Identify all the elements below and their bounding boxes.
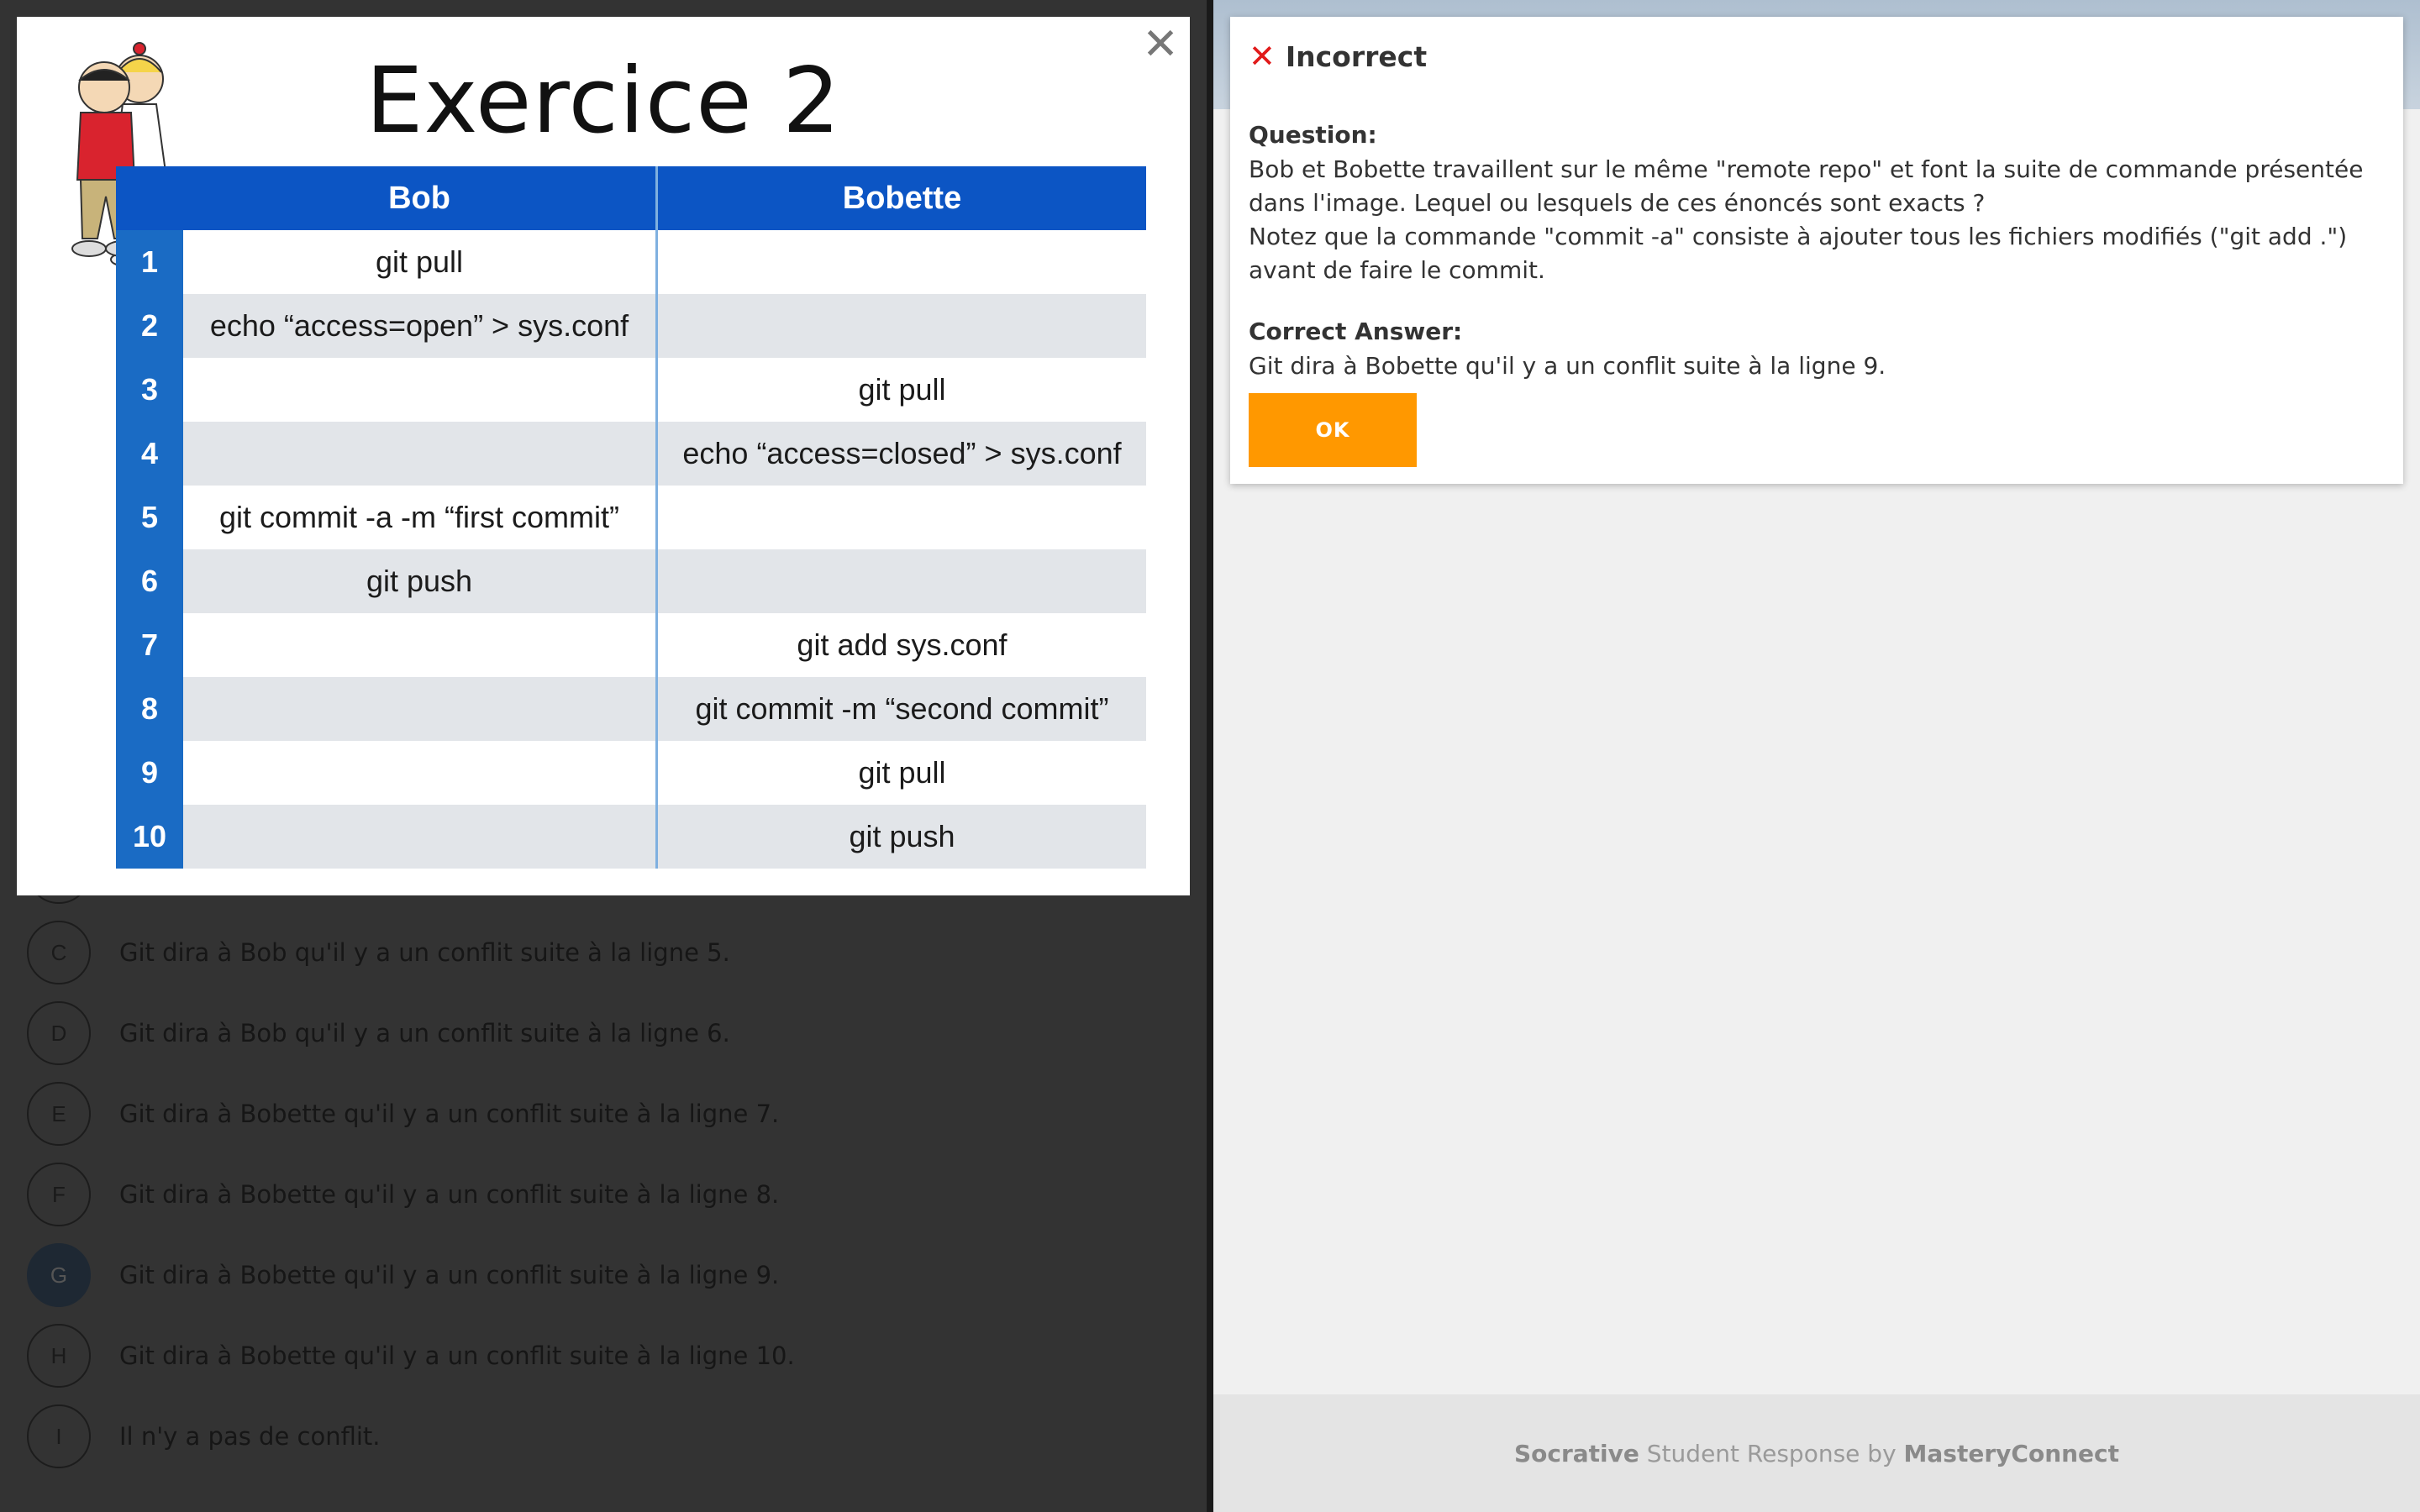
answer-letter: I bbox=[27, 1404, 91, 1468]
bobette-command-cell bbox=[658, 549, 1146, 613]
table-row: 6 git push bbox=[116, 549, 1146, 613]
answer-text: Git dira à Bobette qu'il y a un conflit … bbox=[119, 1341, 795, 1370]
bob-command-cell: git push bbox=[183, 549, 658, 613]
answer-letter: E bbox=[27, 1082, 91, 1146]
answer-letter: G bbox=[27, 1243, 91, 1307]
commands-table: Bob Bobette 1 git pull 2 echo “access=open”… bbox=[116, 166, 1146, 869]
row-number: 4 bbox=[116, 422, 183, 486]
ok-button[interactable]: OK bbox=[1249, 393, 1417, 467]
row-number: 10 bbox=[116, 805, 183, 869]
row-number: 3 bbox=[116, 358, 183, 422]
answer-option[interactable]: C Git dira à Bob qu'il y a un conflit sui… bbox=[27, 921, 1186, 988]
table-row: 9 git pull bbox=[116, 741, 1146, 805]
answer-option[interactable]: F Git dira à Bobette qu'il y a un conflit… bbox=[27, 1163, 1186, 1230]
table-row: 8 git commit -m “second commit” bbox=[116, 677, 1146, 741]
footer-brand: Socrative bbox=[1513, 1439, 1639, 1467]
bobette-command-cell: git push bbox=[658, 805, 1146, 869]
question-text-1: Bob et Bobette travaillent sur le même "… bbox=[1249, 155, 2364, 217]
answer-option[interactable]: D Git dira à Bob qu'il y a un conflit sui… bbox=[27, 1001, 1186, 1068]
question-text-2: Notez que la commande "commit -a" consis… bbox=[1249, 223, 2348, 284]
row-number: 1 bbox=[116, 230, 183, 294]
bobette-command-cell: git add sys.conf bbox=[658, 613, 1146, 677]
bobette-command-cell: echo “access=closed” > sys.conf bbox=[658, 422, 1146, 486]
table-row: 10 git push bbox=[116, 805, 1146, 869]
header-bob: Bob bbox=[183, 166, 658, 230]
exercise-title: Exercice 2 bbox=[366, 49, 841, 154]
answer-text: Il n'y a pas de conflit. bbox=[119, 1422, 381, 1451]
answer-text: Git dira à Bobette qu'il y a un conflit … bbox=[119, 1100, 780, 1128]
row-number: 5 bbox=[116, 486, 183, 549]
bob-command-cell: git commit -a -m “first commit” bbox=[183, 486, 658, 549]
correct-answer-label: Correct Answer: bbox=[1249, 318, 1463, 345]
answer-text: Git dira à Bobette qu'il y a un conflit … bbox=[119, 1180, 780, 1209]
image-lightbox: ✕ Exercice 2 Bob Bobette 1 git pull 2 ec… bbox=[17, 17, 1190, 895]
result-dialog: ✕ Incorrect Question: Bob et Bobette tra… bbox=[1230, 17, 2403, 484]
bobette-command-cell: git commit -m “second commit” bbox=[658, 677, 1146, 741]
result-status: Incorrect bbox=[1285, 39, 1428, 73]
row-number: 9 bbox=[116, 741, 183, 805]
result-header: ✕ Incorrect bbox=[1249, 35, 1427, 77]
bobette-command-cell bbox=[658, 486, 1146, 549]
table-header: Bob Bobette bbox=[116, 166, 1146, 230]
answer-text: Git dira à Bob qu'il y a un conflit suit… bbox=[119, 1019, 730, 1047]
answer-text: Git dira à Bob qu'il y a un conflit suit… bbox=[119, 938, 730, 967]
footer-company: MasteryConnect bbox=[1903, 1439, 2120, 1467]
answer-letter: D bbox=[27, 1001, 91, 1065]
row-number: 8 bbox=[116, 677, 183, 741]
bobette-command-cell: git pull bbox=[658, 358, 1146, 422]
table-row: 7 git add sys.conf bbox=[116, 613, 1146, 677]
answer-letter: C bbox=[27, 921, 91, 984]
row-number: 6 bbox=[116, 549, 183, 613]
bobette-command-cell bbox=[658, 294, 1146, 358]
answer-option[interactable]: E Git dira à Bobette qu'il y a un conflit… bbox=[27, 1082, 1186, 1149]
row-number: 7 bbox=[116, 613, 183, 677]
answer-option[interactable]: H Git dira à Bobette qu'il y a un conflit… bbox=[27, 1324, 1186, 1391]
footer: Socrative Student Response by MasteryCon… bbox=[1213, 1394, 2420, 1512]
correct-answer-text: Git dira à Bobette qu'il y a un conflit … bbox=[1249, 352, 1886, 380]
table-row: 2 echo “access=open” > sys.conf bbox=[116, 294, 1146, 358]
answer-option[interactable]: G Git dira à Bobette qu'il y a un conflit… bbox=[27, 1243, 1186, 1310]
bob-command-cell bbox=[183, 677, 658, 741]
bob-command-cell: echo “access=open” > sys.conf bbox=[183, 294, 658, 358]
answer-option[interactable]: I Il n'y a pas de conflit. bbox=[27, 1404, 1186, 1472]
bobette-command-cell bbox=[658, 230, 1146, 294]
table-row: 3 git pull bbox=[116, 358, 1146, 422]
pane-divider bbox=[1207, 0, 1213, 1512]
bob-command-cell: git pull bbox=[183, 230, 658, 294]
bobette-command-cell: git pull bbox=[658, 741, 1146, 805]
bob-command-cell bbox=[183, 358, 658, 422]
answer-text: Git dira à Bobette qu'il y a un conflit … bbox=[119, 1261, 780, 1289]
question-label: Question: bbox=[1249, 121, 1377, 149]
row-number: 2 bbox=[116, 294, 183, 358]
answer-letter: F bbox=[27, 1163, 91, 1226]
table-row: 1 git pull bbox=[116, 230, 1146, 294]
footer-middle: Student Response by bbox=[1639, 1439, 1904, 1467]
bob-command-cell bbox=[183, 613, 658, 677]
bob-command-cell bbox=[183, 805, 658, 869]
answer-letter: H bbox=[27, 1324, 91, 1388]
bob-command-cell bbox=[183, 422, 658, 486]
table-row: 5 git commit -a -m “first commit” bbox=[116, 486, 1146, 549]
incorrect-x-icon: ✕ bbox=[1249, 38, 1276, 75]
bob-command-cell bbox=[183, 741, 658, 805]
header-bobette: Bobette bbox=[658, 166, 1146, 230]
table-row: 4 echo “access=closed” > sys.conf bbox=[116, 422, 1146, 486]
